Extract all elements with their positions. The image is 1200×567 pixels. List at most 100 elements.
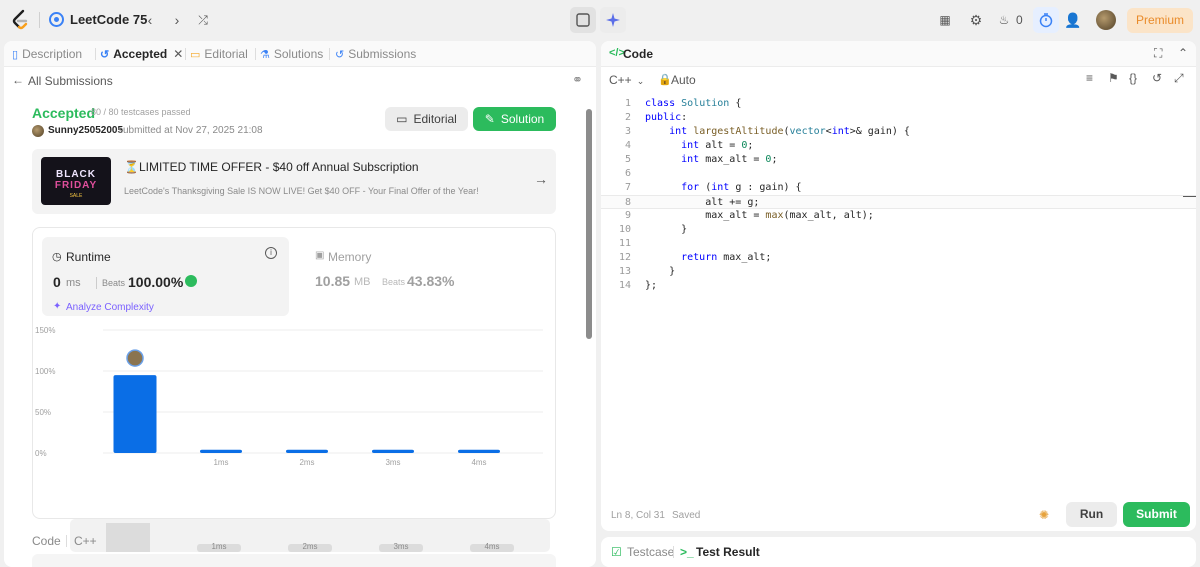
- line-number: 3: [624, 126, 631, 137]
- format-lines-icon[interactable]: ≡: [1086, 71, 1093, 85]
- line-number: 2: [624, 112, 631, 123]
- maximize-icon[interactable]: ⛶: [1154, 46, 1162, 61]
- x-tick-label: 3ms: [385, 458, 400, 467]
- notes-button[interactable]: [570, 7, 596, 33]
- runtime-bar[interactable]: [372, 449, 414, 453]
- code-line[interactable]: 1 class Solution {: [601, 97, 1196, 111]
- auto-mode-label[interactable]: Auto: [671, 73, 696, 87]
- close-icon[interactable]: ✕: [173, 47, 183, 61]
- line-number: 10: [618, 224, 631, 235]
- tab-testcase[interactable]: Testcase: [627, 545, 674, 559]
- runtime-bar[interactable]: [113, 375, 157, 453]
- scroll-marker: [1183, 196, 1196, 197]
- expand-icon[interactable]: ⤢: [1174, 71, 1184, 86]
- submission-panel: ▯ Description ↺ Accepted ✕ ▭ Editorial ⚗ Solu…: [4, 41, 596, 567]
- run-button[interactable]: Run: [1066, 502, 1117, 527]
- braces-icon[interactable]: {}: [1129, 71, 1137, 85]
- layout-icon[interactable]: ▦: [934, 9, 956, 31]
- promo-title: ⏳LIMITED TIME OFFER - $40 off Annual Sub…: [124, 160, 419, 174]
- x-tick-label: 4ms: [471, 458, 486, 467]
- code-line[interactable]: 9 max_alt = max(max_alt, alt);: [601, 209, 1196, 223]
- cursor-position: Ln 8, Col 31: [611, 510, 665, 521]
- code-text: };: [645, 280, 658, 291]
- ai-assistant-button[interactable]: [600, 7, 626, 33]
- add-user-icon[interactable]: 👤: [1062, 9, 1084, 31]
- settings-gear-icon[interactable]: ⚙: [965, 9, 987, 31]
- code-line[interactable]: 7 for (int g : gain) {: [601, 181, 1196, 195]
- top-bar: LeetCode 75 ‹ › ⤮ ▦ ⚙ ♨ 0 👤 Premium: [0, 0, 1200, 40]
- promo-banner[interactable]: BLACK FRIDAY SALE ⏳LIMITED TIME OFFER - …: [32, 149, 556, 214]
- submission-status: Accepted: [32, 105, 96, 121]
- tab-editorial[interactable]: ▭ Editorial: [190, 47, 248, 61]
- divider: [66, 535, 67, 547]
- code-line[interactable]: 10 }: [601, 223, 1196, 237]
- code-section-label: Code: [32, 534, 61, 548]
- runtime-bar[interactable]: [200, 449, 242, 453]
- streak-fire-icon[interactable]: ♨: [995, 9, 1013, 31]
- code-language-label: C++: [74, 534, 97, 548]
- history-icon: ↺: [335, 49, 345, 61]
- shuffle-icon[interactable]: ⤮: [192, 9, 214, 31]
- next-problem-icon[interactable]: ›: [166, 9, 188, 31]
- code-line[interactable]: 3 int largestAltitude(vector<int>& gain)…: [601, 125, 1196, 139]
- bookmark-icon[interactable]: ⚑: [1108, 71, 1119, 85]
- hint-lamp-icon[interactable]: ✺: [1039, 508, 1049, 522]
- code-editor[interactable]: 1 class Solution {2 public: 3 int largestAl…: [601, 97, 1196, 497]
- code-line[interactable]: 13 }: [601, 265, 1196, 279]
- code-line[interactable]: 2 public:: [601, 111, 1196, 125]
- submitted-code-block: [32, 554, 556, 567]
- arrow-right-icon[interactable]: →: [534, 171, 548, 187]
- leetcode-logo-icon[interactable]: [10, 9, 30, 31]
- problem-list-title[interactable]: LeetCode 75: [70, 12, 147, 27]
- code-panel-title[interactable]: Code: [623, 47, 653, 61]
- reset-icon[interactable]: ↺: [1152, 71, 1162, 85]
- distribution-range-slider[interactable]: 1ms 2ms 3ms 4ms: [70, 519, 550, 552]
- timer-button[interactable]: [1033, 7, 1059, 33]
- editorial-button[interactable]: ▭ Editorial: [385, 107, 468, 131]
- code-line[interactable]: 14};: [601, 279, 1196, 293]
- all-submissions-link[interactable]: All Submissions: [28, 74, 113, 88]
- scrollbar[interactable]: [586, 109, 592, 339]
- tab-solutions[interactable]: ⚗ Solutions: [260, 47, 323, 61]
- premium-button[interactable]: Premium: [1127, 8, 1193, 33]
- avatar[interactable]: [1096, 10, 1116, 30]
- console-panel: ☑ Testcase >_ Test Result: [601, 537, 1196, 567]
- runtime-bar[interactable]: [458, 449, 500, 453]
- code-line[interactable]: 12 return max_alt;: [601, 251, 1196, 265]
- runtime-bar[interactable]: [286, 449, 328, 453]
- mini-tick-label: 3ms: [393, 542, 408, 551]
- line-number: 14: [618, 280, 631, 291]
- code-line[interactable]: 4 int alt = 0;: [601, 139, 1196, 153]
- share-link-icon[interactable]: ⚭: [572, 72, 583, 88]
- tab-accepted[interactable]: ↺ Accepted ✕: [100, 47, 183, 61]
- avatar: [126, 349, 144, 367]
- mini-histogram: 1ms 2ms 3ms 4ms: [106, 523, 514, 552]
- solution-button[interactable]: ✎ Solution: [473, 107, 556, 131]
- line-number: 5: [624, 154, 631, 165]
- back-arrow-icon[interactable]: ←: [12, 73, 24, 87]
- submit-button[interactable]: Submit: [1123, 502, 1190, 527]
- flask-icon: ⚗: [260, 49, 270, 61]
- language-select[interactable]: C++ ⌄: [609, 73, 644, 87]
- divider: [255, 48, 256, 60]
- code-line[interactable]: 6: [601, 167, 1196, 181]
- prev-problem-icon[interactable]: ‹: [139, 9, 161, 31]
- promo-subtitle: LeetCode's Thanksgiving Sale IS NOW LIVE…: [124, 186, 479, 196]
- code-line[interactable]: 8 alt += g;: [601, 195, 1196, 209]
- chevron-up-icon[interactable]: ⌃: [1178, 46, 1188, 60]
- avatar: [32, 125, 44, 137]
- tab-submissions[interactable]: ↺ Submissions: [335, 47, 416, 61]
- tab-description[interactable]: ▯ Description: [12, 47, 82, 61]
- description-icon: ▯: [12, 49, 19, 61]
- code-line[interactable]: 11: [601, 237, 1196, 251]
- sparkle-icon: [606, 13, 620, 27]
- book-icon: ▭: [190, 49, 201, 61]
- username-link[interactable]: Sunny25052005: [48, 125, 123, 136]
- divider: [673, 546, 674, 558]
- code-text: max_alt = max(max_alt, alt);: [645, 210, 874, 221]
- code-text: }: [645, 224, 688, 235]
- left-tab-bar: ▯ Description ↺ Accepted ✕ ▭ Editorial ⚗ Solu…: [4, 41, 596, 67]
- line-number: 4: [624, 140, 631, 151]
- tab-test-result[interactable]: Test Result: [696, 545, 760, 559]
- code-line[interactable]: 5 int max_alt = 0;: [601, 153, 1196, 167]
